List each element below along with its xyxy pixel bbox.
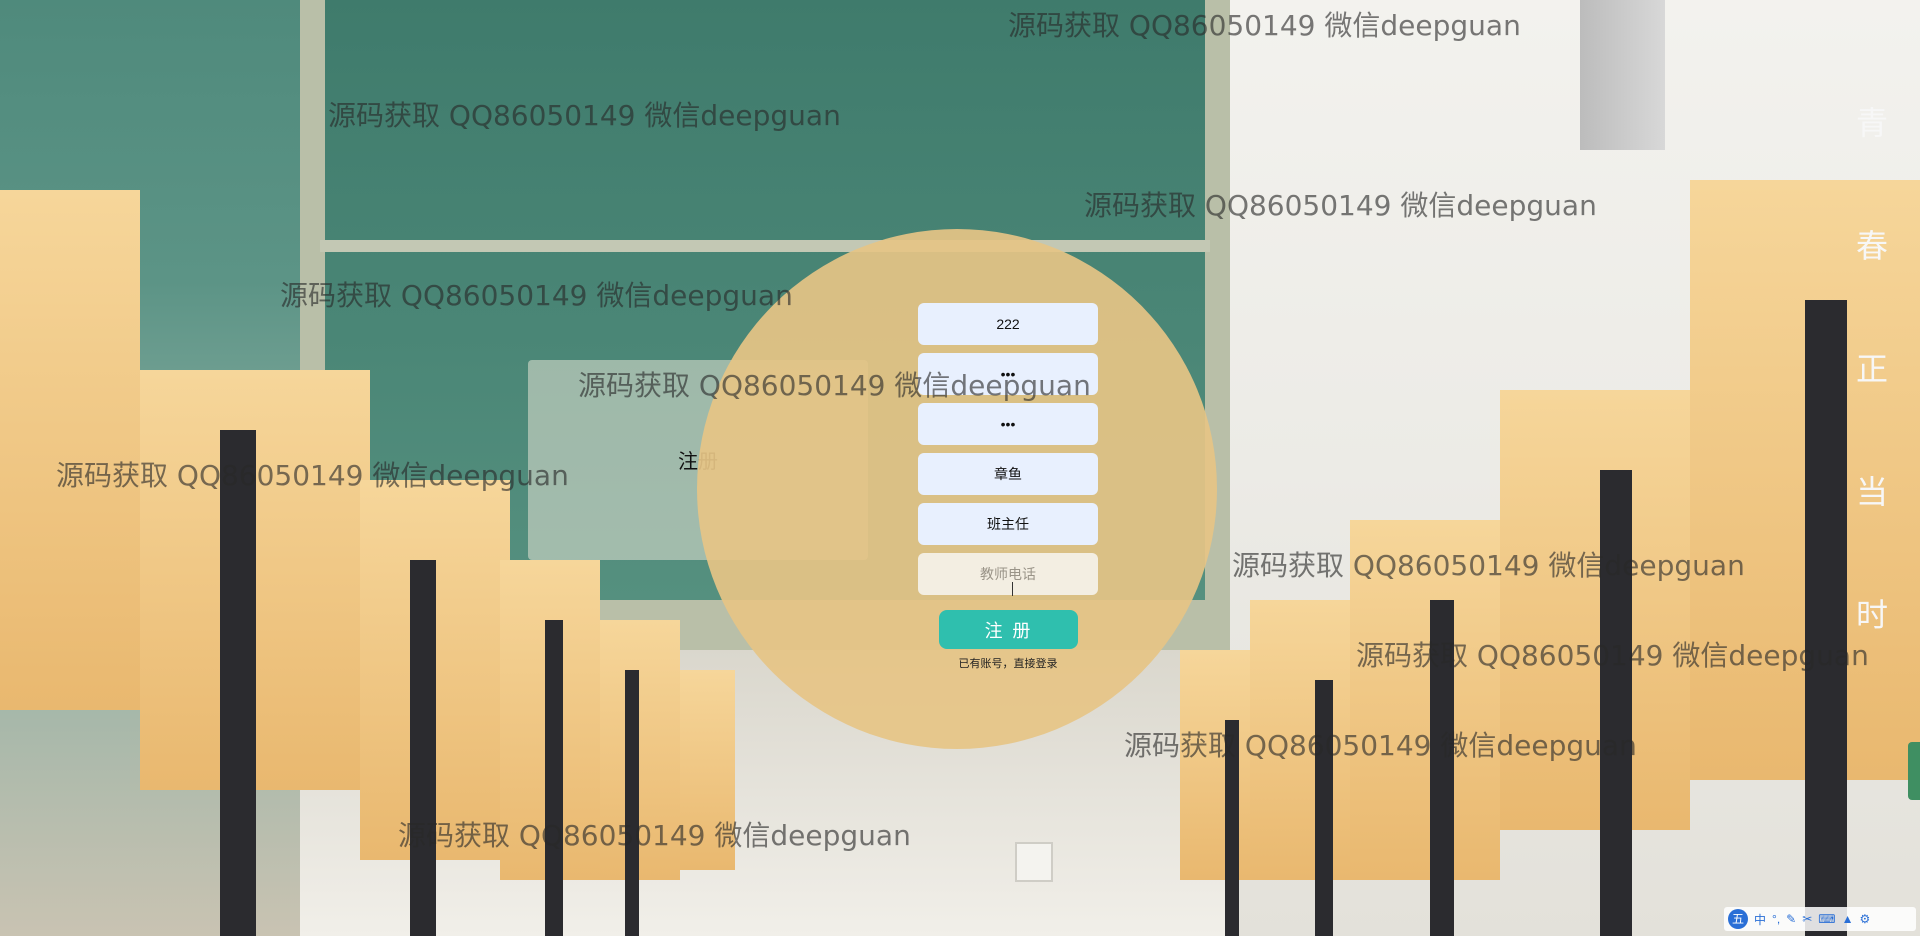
watermark: 源码获取 QQ86050149 微信deepguan	[1356, 639, 1869, 672]
watermark: 源码获取 QQ86050149 微信deepguan	[328, 99, 841, 132]
desk-leg	[545, 620, 563, 936]
watermark: 源码获取 QQ86050149 微信deepguan	[56, 459, 569, 492]
desk-leg	[1805, 300, 1847, 936]
desk-leg	[410, 560, 436, 936]
desk-leg	[1315, 680, 1333, 936]
slogan-char: 青	[1855, 104, 1888, 142]
watermark: 源码获取 QQ86050149 微信deepguan	[578, 369, 1091, 402]
wall-speaker	[1580, 0, 1665, 150]
ime-mode-toggle[interactable]: 中	[1754, 911, 1766, 928]
punctuation-icon[interactable]: °,	[1772, 912, 1780, 926]
ime-logo-icon[interactable]: 五	[1728, 909, 1748, 929]
desk	[0, 190, 140, 710]
watermark: 源码获取 QQ86050149 微信deepguan	[280, 279, 793, 312]
desk	[1500, 390, 1690, 830]
text-cursor	[1012, 582, 1013, 596]
vertical-slogan: 青 春 正 当 时	[1855, 98, 1889, 713]
blackboard-rail	[320, 240, 1210, 252]
slogan-char: 当	[1855, 473, 1888, 511]
login-link[interactable]: 已有账号，直接登录	[918, 655, 1098, 671]
confirm-password-input[interactable]: •••	[918, 403, 1098, 445]
teacher-phone-input[interactable]: 教师电话	[918, 553, 1098, 595]
wall-outlet	[1015, 842, 1053, 882]
account-input[interactable]: 222	[918, 303, 1098, 345]
register-button[interactable]: 注 册	[939, 610, 1078, 649]
ime-toolbar: 五 中 °, ✎ ✂ ⌨ ▲ ⚙	[1724, 907, 1916, 931]
shirt-icon[interactable]: ▲	[1842, 912, 1854, 926]
teacher-name-input[interactable]: 章鱼	[918, 453, 1098, 495]
pen-icon[interactable]: ✎	[1786, 912, 1796, 926]
watermark: 源码获取 QQ86050149 微信deepguan	[1008, 9, 1521, 42]
side-drawer-tab[interactable]	[1908, 742, 1920, 800]
slogan-char: 春	[1855, 227, 1888, 265]
settings-icon[interactable]: ⚙	[1860, 912, 1871, 926]
desk-leg	[1600, 470, 1632, 936]
slogan-char: 正	[1855, 350, 1888, 388]
watermark: 源码获取 QQ86050149 微信deepguan	[1232, 549, 1745, 582]
slogan-char: 时	[1855, 596, 1888, 634]
desk	[1180, 650, 1260, 880]
scissors-icon[interactable]: ✂	[1802, 912, 1812, 926]
desk-leg	[220, 430, 256, 936]
watermark: 源码获取 QQ86050149 微信deepguan	[398, 819, 911, 852]
position-input[interactable]: 班主任	[918, 503, 1098, 545]
watermark: 源码获取 QQ86050149 微信deepguan	[1124, 729, 1637, 762]
desk-leg	[625, 670, 639, 936]
watermark: 源码获取 QQ86050149 微信deepguan	[1084, 189, 1597, 222]
keyboard-icon[interactable]: ⌨	[1818, 912, 1835, 926]
